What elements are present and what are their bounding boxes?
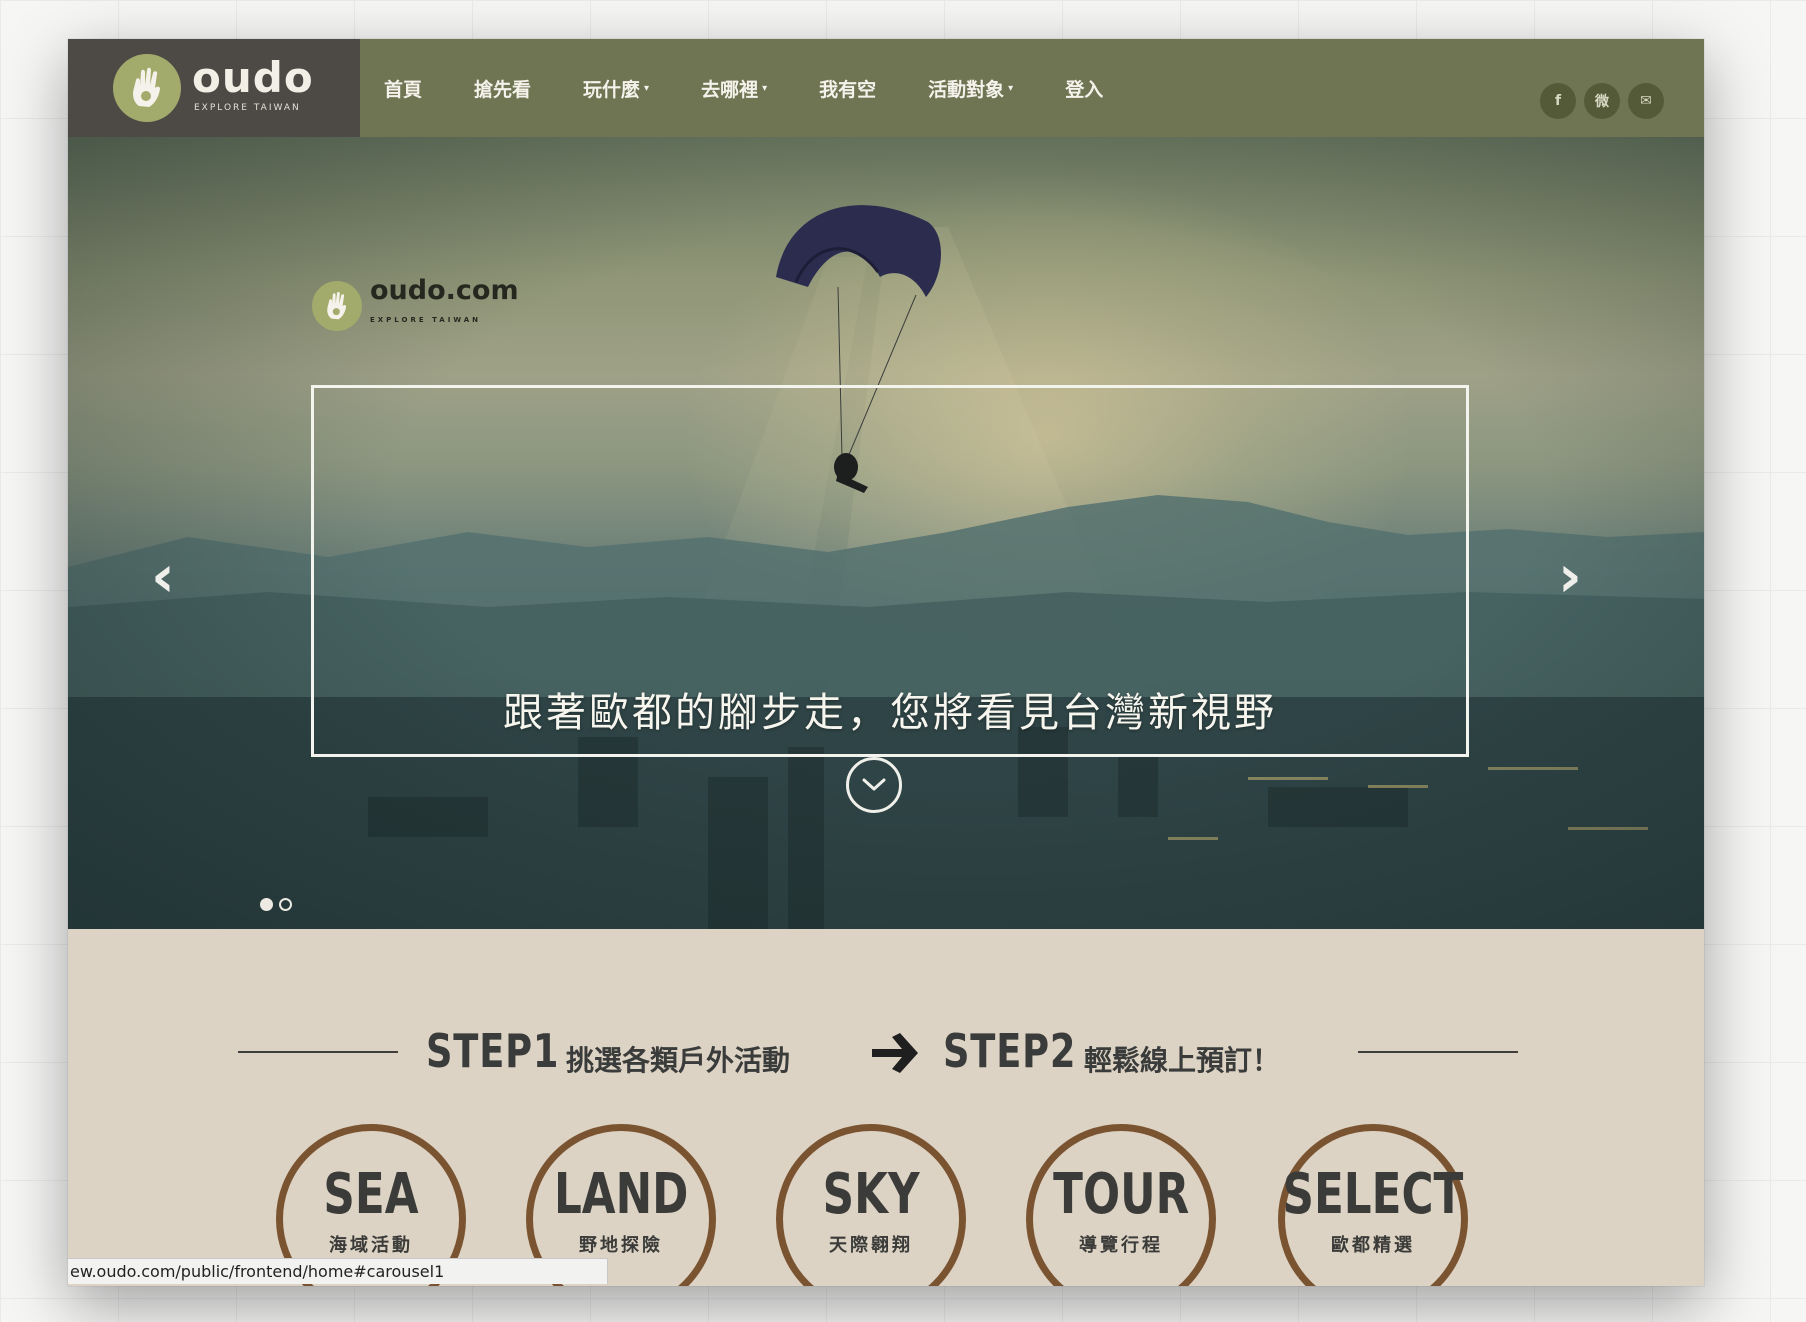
- logo-tagline: EXPLORE TAIWAN: [194, 103, 301, 113]
- category-title: LAND: [553, 1162, 689, 1227]
- carousel-prev-button[interactable]: ‹: [151, 547, 175, 605]
- category-subtitle: 野地探險: [579, 1235, 663, 1256]
- nav-item[interactable]: 活動對象 ▾: [928, 75, 1013, 102]
- category-title: SEA: [323, 1162, 419, 1227]
- hero-caption-frame: 跟著歐都的腳步走，您將看見台灣新視野: [311, 385, 1469, 757]
- nav-item-label: 活動對象: [928, 78, 1005, 101]
- carousel-dot[interactable]: [260, 898, 273, 911]
- hero-logo-tagline: EXPLORE TAIWAN: [370, 316, 482, 324]
- category-sky-button[interactable]: SKY 天際翱翔: [776, 1124, 966, 1286]
- logo-wordmark: oudo: [192, 53, 314, 102]
- caret-down-icon: ▾: [1008, 82, 1014, 94]
- hero-carousel: oudo.com EXPLORE TAIWAN 跟著歐都的腳步走，您將看見台灣新…: [68, 137, 1704, 929]
- arrow-right-icon: [872, 1033, 918, 1073]
- carousel-next-button[interactable]: ›: [1558, 547, 1582, 605]
- facebook-icon[interactable]: f: [1540, 83, 1576, 119]
- category-subtitle: 海域活動: [329, 1235, 413, 1256]
- carousel-dot[interactable]: [279, 898, 292, 911]
- nav-item[interactable]: 我有空: [819, 75, 876, 102]
- hand-logo-icon: [312, 280, 362, 331]
- hero-caption: 跟著歐都的腳步走，您將看見台灣新視野: [503, 690, 1277, 736]
- chevron-down-icon: [862, 778, 886, 791]
- category-select-button[interactable]: SELECT 歐都精選: [1278, 1124, 1468, 1286]
- hero-brand-logo: oudo.com EXPLORE TAIWAN: [312, 277, 519, 334]
- top-navigation-bar: oudo EXPLORE TAIWAN 首頁 搶先看 玩什麼 ▾ 去哪裡 ▾ 我有空 活動對象…: [68, 39, 1704, 137]
- nav-item-label: 首頁: [384, 78, 423, 101]
- nav-item-label: 登入: [1065, 78, 1104, 101]
- step1-label: STEP1: [426, 1024, 560, 1078]
- category-subtitle: 天際翱翔: [829, 1235, 913, 1256]
- category-subtitle: 歐都精選: [1331, 1235, 1415, 1256]
- nav-item-label: 我有空: [819, 78, 877, 101]
- category-title: SELECT: [1282, 1162, 1464, 1227]
- scroll-down-button[interactable]: [846, 757, 902, 813]
- nav-item-label: 去哪裡: [701, 78, 759, 101]
- category-title: SKY: [822, 1162, 920, 1227]
- carousel-indicators: [260, 898, 292, 911]
- mail-icon[interactable]: ✉: [1628, 83, 1664, 119]
- step2-label: STEP2: [943, 1024, 1077, 1078]
- nav-item-label: 玩什麼: [583, 78, 641, 101]
- hand-logo-icon: [113, 54, 181, 122]
- nav-item[interactable]: 首頁: [384, 75, 422, 102]
- caret-down-icon: ▾: [762, 82, 768, 94]
- hero-logo-name: oudo.com: [370, 275, 519, 306]
- weibo-icon[interactable]: 微: [1584, 83, 1620, 119]
- divider-left: [238, 1051, 398, 1053]
- nav-item-label: 搶先看: [474, 78, 532, 101]
- nav-item[interactable]: 玩什麼 ▾: [583, 75, 649, 102]
- step1-description: 挑選各類戶外活動: [566, 1044, 791, 1077]
- hero-logo-wordmark: oudo.com EXPLORE TAIWAN: [370, 277, 519, 334]
- caret-down-icon: ▾: [644, 82, 650, 94]
- browser-status-url: ew.oudo.com/public/frontend/home#carouse…: [68, 1258, 608, 1284]
- nav-item[interactable]: 去哪裡 ▾: [701, 75, 767, 102]
- main-menu: 首頁 搶先看 玩什麼 ▾ 去哪裡 ▾ 我有空 活動對象 ▾ 登入: [384, 39, 1155, 137]
- booking-steps-section: STEP1 挑選各類戶外活動 STEP2 輕鬆線上預訂！ SEA 海域活動 LAND…: [68, 929, 1704, 1286]
- category-subtitle: 導覽行程: [1079, 1235, 1163, 1256]
- step2-description: 輕鬆線上預訂！: [1084, 1044, 1281, 1077]
- divider-right: [1358, 1051, 1518, 1053]
- nav-item[interactable]: 搶先看: [474, 75, 531, 102]
- nav-item[interactable]: 登入: [1065, 75, 1103, 102]
- site-logo[interactable]: oudo EXPLORE TAIWAN: [68, 39, 360, 137]
- category-title: TOUR: [1052, 1162, 1190, 1227]
- social-links: f 微 ✉: [1540, 83, 1664, 119]
- category-tour-button[interactable]: TOUR 導覽行程: [1026, 1124, 1216, 1286]
- browser-viewport: oudo EXPLORE TAIWAN 首頁 搶先看 玩什麼 ▾ 去哪裡 ▾ 我有空 活動對象…: [68, 39, 1704, 1286]
